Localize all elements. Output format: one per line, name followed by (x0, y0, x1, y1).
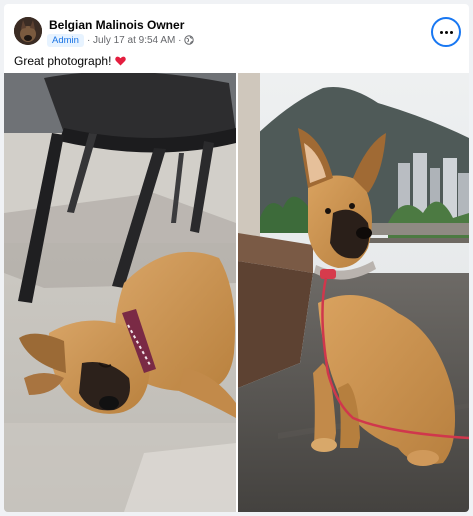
dog-avatar-icon (14, 17, 42, 45)
post-caption: Great photograph! (14, 54, 127, 68)
photo-sleeping-illustration (4, 73, 236, 512)
author-name[interactable]: Belgian Malinois Owner (49, 18, 184, 32)
heart-icon (115, 56, 127, 66)
more-options-button[interactable] (431, 17, 461, 47)
photo-puppy-sitting[interactable] (238, 73, 469, 512)
post-timestamp[interactable]: · July 17 at 9:54 AM · (87, 35, 182, 46)
author-avatar[interactable] (14, 17, 42, 45)
post-card: Belgian Malinois Owner Admin · July 17 a… (4, 4, 469, 512)
photo-puppy-sleeping[interactable] (4, 73, 236, 512)
photo-sitting-illustration (238, 73, 469, 512)
caption-text: Great photograph! (14, 54, 112, 68)
post-meta: Admin · July 17 at 9:54 AM · (47, 33, 195, 47)
more-options-icon (439, 30, 453, 34)
admin-badge: Admin (47, 33, 84, 47)
post-header: Belgian Malinois Owner Admin · July 17 a… (4, 4, 469, 54)
globe-icon (184, 35, 195, 45)
